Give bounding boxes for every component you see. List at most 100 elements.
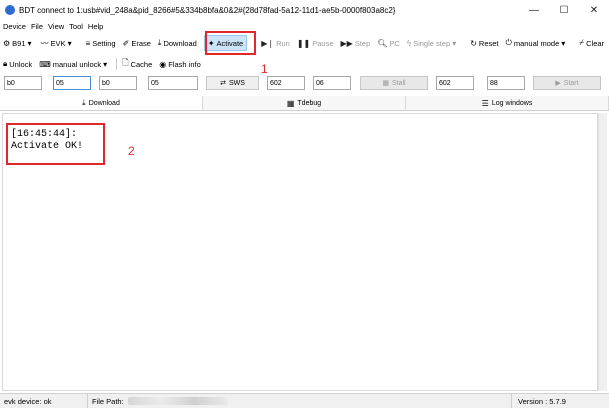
clear-label: Clear [586,38,605,48]
menu-tool[interactable]: Tool [69,22,83,31]
menu-bar: Device File View Tool Help [0,20,108,33]
file-icon: 🗋︎ [122,58,129,67]
cache-label: Cache [130,59,153,69]
parameters-row: ⇄ SWS ▦ Stall ▶ Start [0,76,609,90]
address-field-1[interactable] [4,76,42,90]
chevron-down-icon: ▾ [27,38,32,48]
chevron-down-icon: ▾ [67,38,72,48]
swap-icon: ⇄ [220,80,226,87]
pause-label: Pause [312,38,334,48]
separator [116,58,118,70]
address-field-4[interactable] [148,76,198,90]
gear-icon: ⚙ [3,38,11,48]
single-step-select[interactable]: ϟ Single step ▾ [407,35,458,51]
unlock-button[interactable]: 🔒︎ Unlock [3,56,32,72]
file-path-value-redacted [127,397,228,405]
window-title: BDT connect to 1:usb#vid_248a&pid_8266#5… [19,5,396,15]
status-bar: evk device: ok File Path: Version : 5.7.… [0,393,609,408]
sws-button[interactable]: ⇄ SWS [206,76,259,90]
close-button[interactable]: ✕ [579,0,609,20]
menu-file[interactable]: File [31,22,43,31]
board-select[interactable]: 〰 EVK ▾ [41,35,74,51]
chevron-down-icon: ▾ [561,38,566,48]
app-icon [5,5,15,15]
value-field-3[interactable] [436,76,474,90]
manual-unlock-select[interactable]: ⌨ manual unlock ▾ [39,56,109,72]
stall-icon: ▦ [382,80,389,87]
play-icon: ▶❘ [261,38,275,48]
chip-select[interactable]: ⚙ B91 ▾ [3,35,34,51]
flash-info-label: Flash info [168,59,201,69]
download-icon: ⤓ [157,38,162,47]
address-field-2[interactable] [53,76,91,90]
reset-label: Reset [478,38,499,48]
value-field-1[interactable] [267,76,305,90]
download-button[interactable]: ⤓ Download [158,35,197,51]
clear-button[interactable]: ⌿ Clear [579,35,604,51]
settings-icon: ≡ [85,38,91,48]
download-icon: ⤓ [82,98,86,107]
version-status: Version : 5.7.9 [518,396,566,406]
tab-download-label: Download [88,99,120,107]
play-icon: ▶ [555,80,561,87]
annotation-2: 2 [128,144,135,158]
maximize-button[interactable]: ☐ [549,0,579,20]
setting-label: Setting [92,38,116,48]
value-field-2[interactable] [313,76,351,90]
stall-button[interactable]: ▦ Stall [360,76,428,90]
tab-bar: ⤓ Download ▦ Tdebug ☰ Log windows [0,96,609,111]
file-path: File Path: [88,393,512,408]
chevron-down-icon: ▾ [103,59,108,69]
tab-tdebug-label: Tdebug [297,99,322,107]
file-path-label: File Path: [92,396,124,406]
window-controls: — ☐ ✕ [519,0,609,20]
stall-label: Stall [392,79,406,87]
main-toolbar: ⚙ B91 ▾ 〰 EVK ▾ ≡ Setting ✐ Erase ⤓ Down… [0,34,609,52]
list-icon: ☰ [481,98,489,108]
menu-device[interactable]: Device [3,22,26,31]
log-highlight [6,123,105,165]
pause-icon: ❚❚ [296,38,311,48]
run-button[interactable]: ▶❘ Run [261,35,290,51]
minimize-button[interactable]: — [519,0,549,20]
step-label: Step [354,38,371,48]
erase-label: Erase [131,38,151,48]
device-status: evk device: ok [0,393,88,408]
tab-download[interactable]: ⤓ Download [0,96,203,110]
address-field-3[interactable] [99,76,137,90]
vertical-scrollbar[interactable] [598,113,607,391]
erase-button[interactable]: ✐ Erase [123,35,151,51]
pc-button[interactable]: 🔍︎ PC [377,35,400,51]
setting-button[interactable]: ≡ Setting [86,35,116,51]
annotation-1: 1 [261,62,268,76]
start-button[interactable]: ▶ Start [533,76,601,90]
pc-label: PC [389,38,400,48]
step-icon: ▶▶ [340,38,353,48]
keyboard-icon: ⌨ [39,59,51,69]
wave-icon: 〰 [40,38,49,48]
menu-help[interactable]: Help [88,22,103,31]
eye-icon: ◉ [159,59,167,69]
search-icon: 🔍︎ [377,38,388,48]
lock-icon: 🔒︎ [3,59,8,68]
tab-tdebug[interactable]: ▦ Tdebug [203,96,406,110]
download-label: Download [163,38,197,48]
value-field-4[interactable] [487,76,525,90]
manual-mode-select[interactable]: ⏻ manual mode ▾ [506,35,568,51]
power-icon: ⏻ [505,38,512,47]
menu-view[interactable]: View [48,22,64,31]
tab-log-windows[interactable]: ☰ Log windows [406,96,609,110]
title-bar: BDT connect to 1:usb#vid_248a&pid_8266#5… [0,0,609,20]
eraser-icon: ✐ [122,38,130,48]
cache-button[interactable]: 🗋︎ Cache [122,56,152,72]
manual-mode-label: manual mode [513,38,560,48]
chip-label: B91 [12,38,26,48]
pause-button[interactable]: ❚❚ Pause [297,35,334,51]
manual-unlock-label: manual unlock [52,59,102,69]
flash-info-button[interactable]: ◉ Flash info [159,56,201,72]
step-button[interactable]: ▶▶ Step [341,35,371,51]
reset-icon: ↻ [470,38,477,48]
secondary-toolbar: 🔒︎ Unlock ⌨ manual unlock ▾ 🗋︎ Cache ◉ F… [0,57,208,71]
reset-button[interactable]: ↻ Reset [470,35,498,51]
chevron-down-icon: ▾ [452,38,457,48]
